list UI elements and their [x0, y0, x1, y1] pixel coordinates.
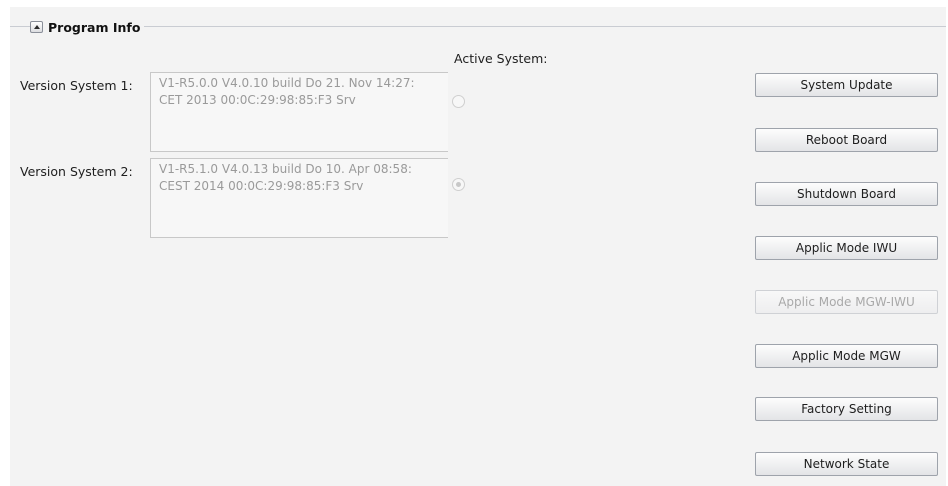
version-system-2-line2: CEST 2014 00:0C:29:98:85:F3 Srv — [159, 179, 364, 193]
version-system-2-field: V1-R5.1.0 V4.0.13 build Do 10. Apr 08:58… — [150, 158, 448, 238]
version-system-2-label: Version System 2: — [20, 164, 133, 179]
version-system-1-line2: CET 2013 00:0C:29:98:85:F3 Srv — [159, 93, 356, 107]
active-system-2-radio[interactable] — [452, 178, 465, 191]
version-system-1-label: Version System 1: — [20, 78, 133, 93]
version-system-2-line1: V1-R5.1.0 V4.0.13 build Do 10. Apr 08:58… — [159, 162, 412, 176]
collapse-up-icon[interactable] — [30, 21, 43, 33]
system-update-button[interactable]: System Update — [755, 73, 938, 97]
applic-mode-iwu-button[interactable]: Applic Mode IWU — [755, 236, 938, 260]
active-system-1-radio[interactable] — [452, 95, 465, 108]
version-system-1-field: V1-R5.0.0 V4.0.10 build Do 21. Nov 14:27… — [150, 72, 448, 152]
reboot-board-button[interactable]: Reboot Board — [755, 128, 938, 152]
applic-mode-mgw-iwu-button[interactable]: Applic Mode MGW-IWU — [755, 290, 938, 314]
factory-setting-button[interactable]: Factory Setting — [755, 397, 938, 421]
shutdown-board-button[interactable]: Shutdown Board — [755, 182, 938, 206]
group-title: Program Info — [48, 19, 141, 35]
version-system-1-line1: V1-R5.0.0 V4.0.10 build Do 21. Nov 14:27… — [159, 76, 415, 90]
group-header: Program Info — [30, 18, 145, 36]
applic-mode-mgw-button[interactable]: Applic Mode MGW — [755, 344, 938, 368]
network-state-button[interactable]: Network State — [755, 452, 938, 476]
active-system-label: Active System: — [454, 51, 548, 66]
group-border — [24, 26, 946, 27]
group-border-left — [10, 26, 24, 27]
